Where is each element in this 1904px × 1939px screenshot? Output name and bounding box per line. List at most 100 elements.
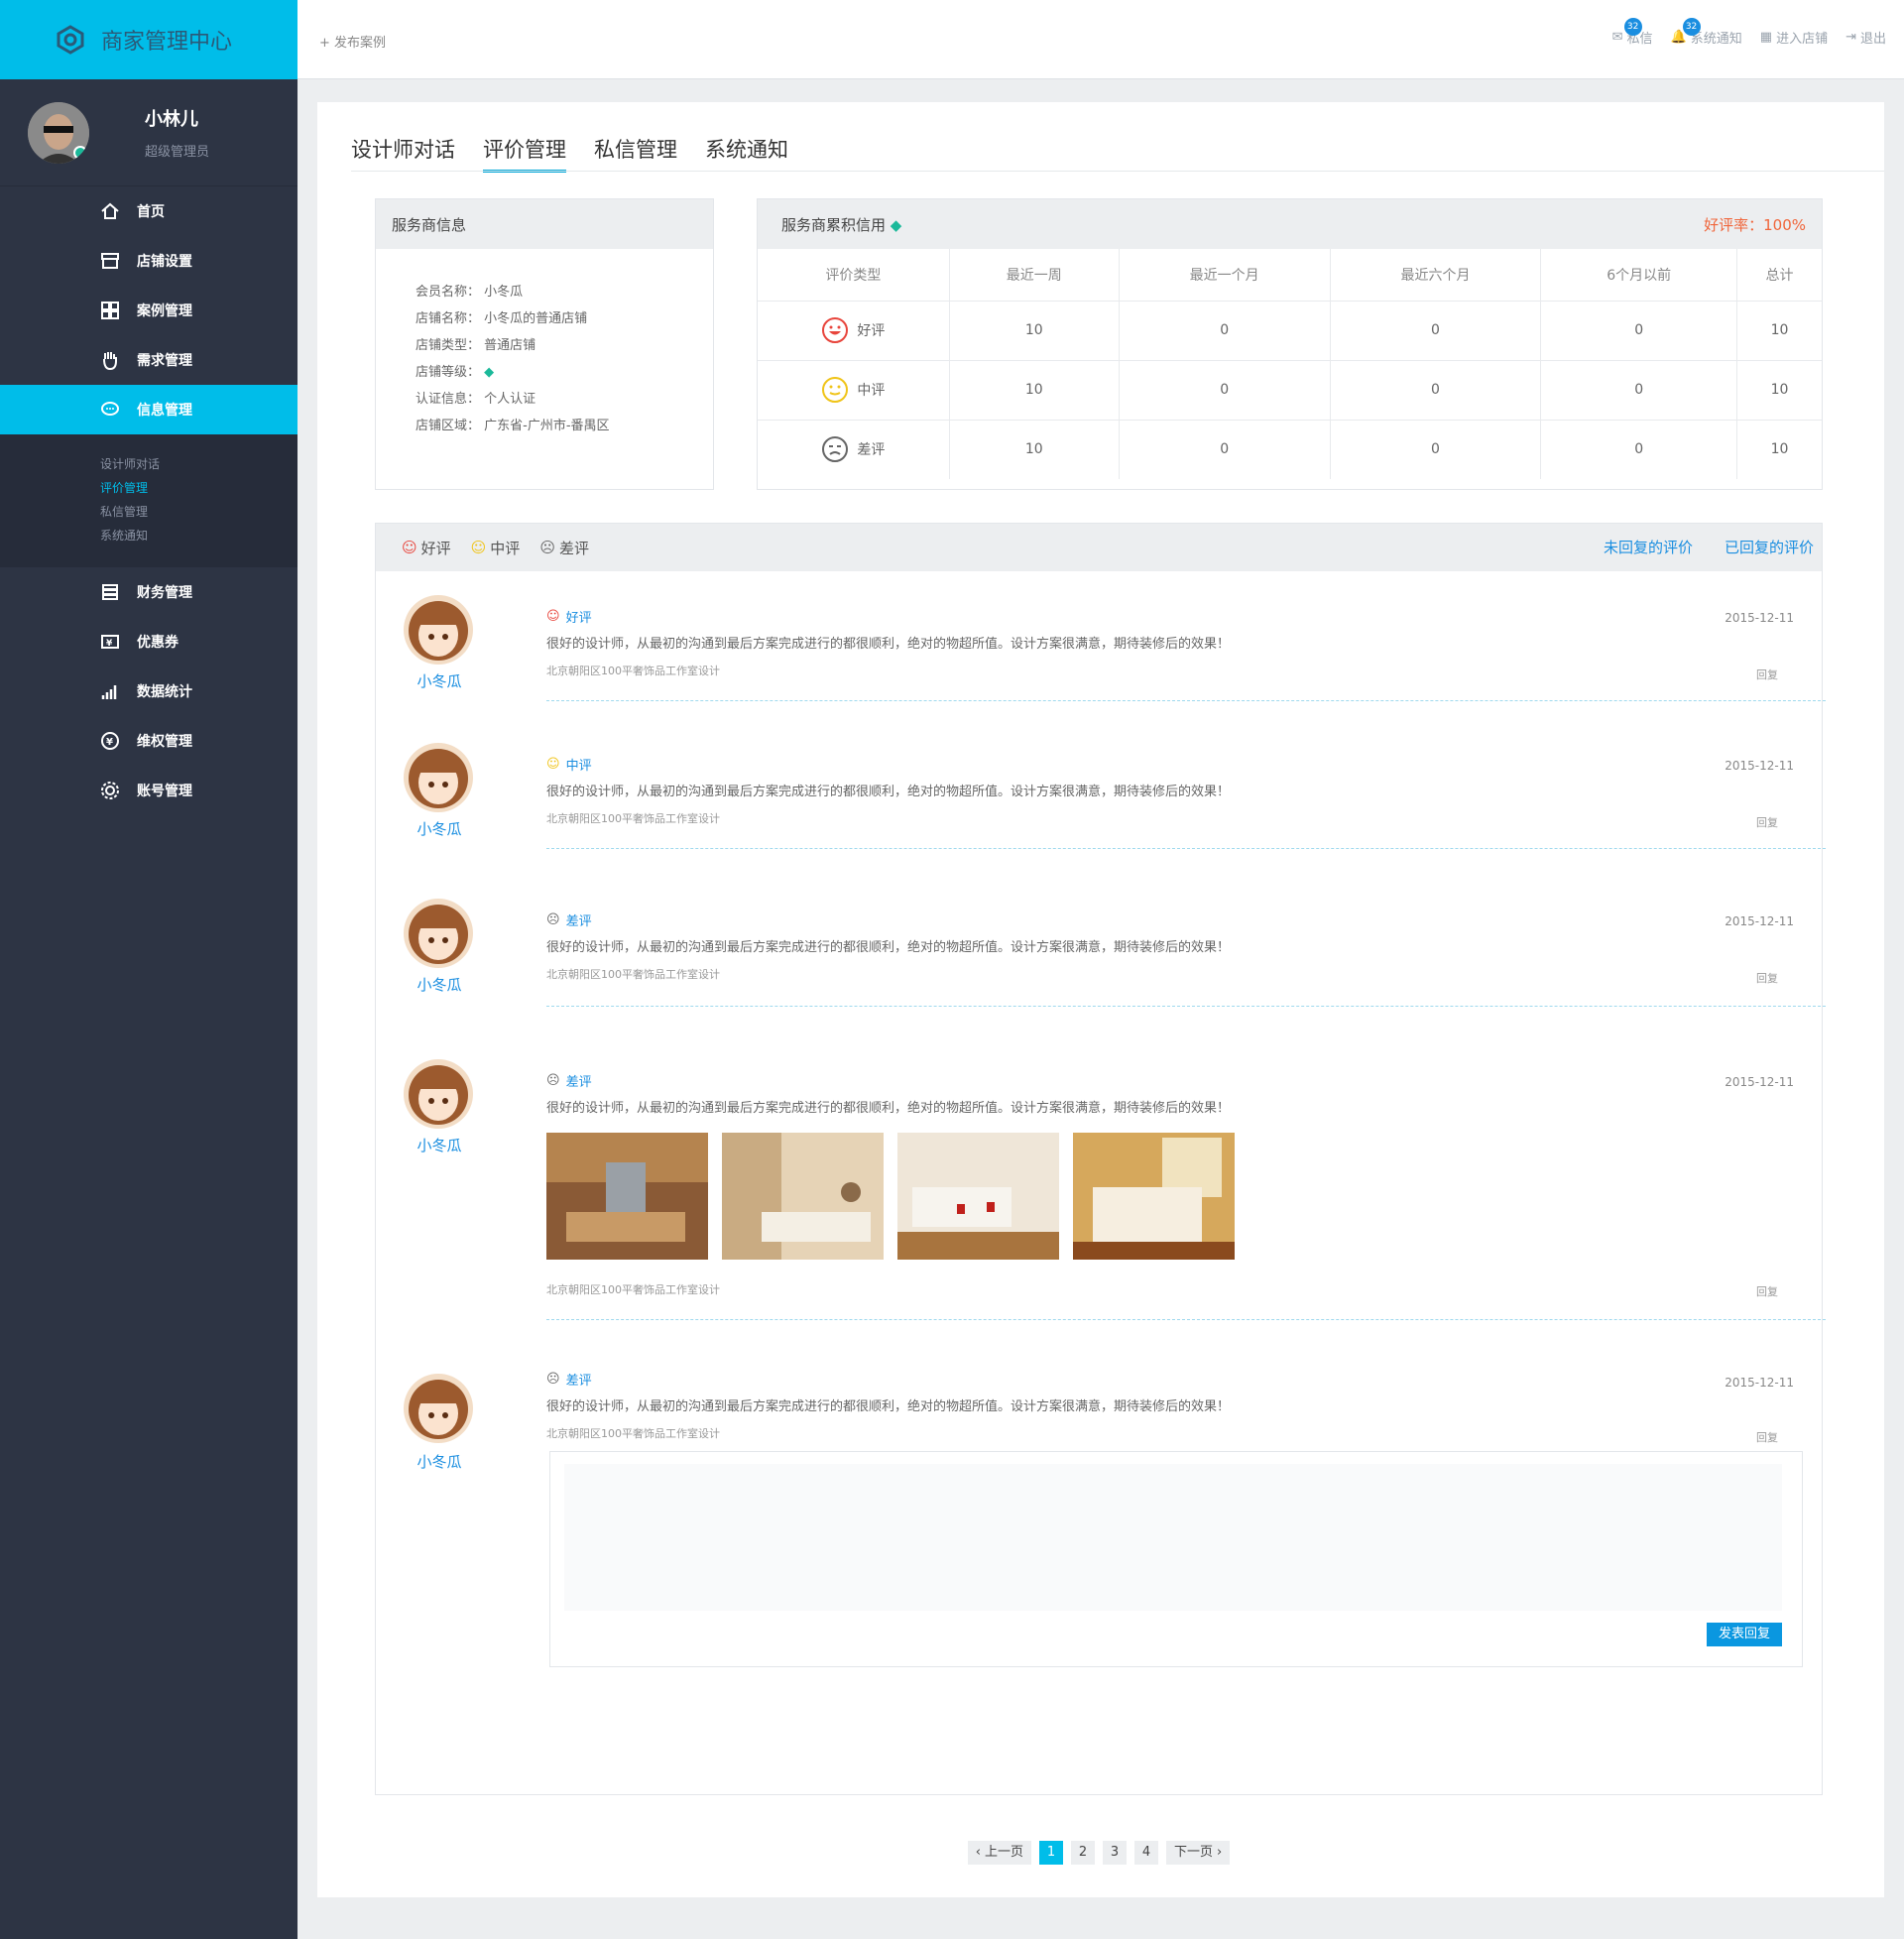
nav-item-info[interactable]: 信息管理 xyxy=(0,385,298,434)
filter-mid[interactable]: ☺ 中评 xyxy=(471,538,521,558)
provider-info-card: 服务商信息 会员名称： 小冬瓜 店铺名称： 小冬瓜的普通店铺 店铺类型： 普通店… xyxy=(375,198,714,490)
review-list: ☺ 好评 ☺ 中评 ☹ 差评 未回复的评价 已回复的评价 小冬瓜 ☺ 好评 2015-1… xyxy=(375,523,1826,1865)
reviewer-name[interactable]: 小冬瓜 xyxy=(390,974,489,995)
review-type: ☹ 差评 xyxy=(546,912,592,929)
review-date: 2015-12-11 xyxy=(1725,914,1794,928)
review-photo-sofa[interactable] xyxy=(897,1133,1059,1260)
good-rate: 好评率：100% xyxy=(1704,215,1806,234)
reply-link[interactable]: 回复 xyxy=(1756,970,1778,986)
reply-textarea[interactable] xyxy=(564,1464,1782,1611)
table-header: 最近六个月 xyxy=(1330,249,1542,302)
store-link[interactable]: ▦ 进入店铺 xyxy=(1760,28,1828,47)
reply-link[interactable]: 回复 xyxy=(1756,1429,1778,1445)
nav-item-account[interactable]: 账号管理 xyxy=(0,766,298,815)
reviewer-name[interactable]: 小冬瓜 xyxy=(390,670,489,691)
reply-link[interactable]: 回复 xyxy=(1756,814,1778,830)
filter-good[interactable]: ☺ 好评 xyxy=(402,538,451,558)
yen-icon: ¥ xyxy=(101,732,119,750)
main-nav: 首页 店铺设置 案例管理 需求管理 信息管理 xyxy=(0,186,298,434)
next-page-button[interactable]: 下一页 › xyxy=(1166,1841,1231,1865)
subnav-item-designer-chat[interactable]: 设计师对话 xyxy=(100,452,298,476)
tab-messages[interactable]: 私信管理 xyxy=(594,134,677,173)
info-row: 店铺类型： 普通店铺 xyxy=(416,338,536,353)
table-row: 中评 10 0 0 0 10 xyxy=(758,360,1822,421)
reply-link[interactable]: 回复 xyxy=(1756,667,1778,682)
subnav: 设计师对话 评价管理 私信管理 系统通知 xyxy=(0,434,298,567)
coupon-icon: ¥ xyxy=(101,635,119,649)
review-date: 2015-12-11 xyxy=(1725,611,1794,625)
page-number[interactable]: 3 xyxy=(1103,1841,1127,1865)
page-number[interactable]: 4 xyxy=(1134,1841,1158,1865)
nav-item-stats[interactable]: 数据统计 xyxy=(0,667,298,716)
chat-icon xyxy=(101,402,119,416)
review-project[interactable]: 北京朝阳区100平奢饰品工作室设计 xyxy=(546,663,720,678)
smile-icon: ☺ xyxy=(402,539,417,556)
notice-link[interactable]: 🔔 32 系统通知 xyxy=(1671,18,1742,47)
review-photo-bedroom[interactable] xyxy=(1073,1133,1235,1260)
smile-icon xyxy=(822,317,849,343)
sad-face-icon: ☹ xyxy=(546,1372,560,1387)
sad-face-icon: ☹ xyxy=(539,539,555,556)
svg-text:¥: ¥ xyxy=(106,639,113,649)
unreplied-link[interactable]: 未回复的评价 xyxy=(1604,537,1693,557)
store-icon xyxy=(101,253,119,269)
tab-designer-chat[interactable]: 设计师对话 xyxy=(351,134,455,173)
nav-item-rights[interactable]: ¥ 维权管理 xyxy=(0,716,298,766)
reviewer-avatar[interactable] xyxy=(404,899,473,968)
subnav-item-reviews[interactable]: 评价管理 xyxy=(100,476,298,500)
review-type: ☹ 差评 xyxy=(546,1073,592,1090)
table-header: 总计 xyxy=(1736,249,1822,302)
reviewer-name[interactable]: 小冬瓜 xyxy=(390,1135,489,1155)
review-date: 2015-12-11 xyxy=(1725,759,1794,773)
review-photo-living[interactable] xyxy=(722,1133,884,1260)
page-number[interactable]: 2 xyxy=(1071,1841,1095,1865)
page-number[interactable]: 1 xyxy=(1039,1841,1063,1865)
brand-bar: 商家管理中心 xyxy=(0,0,298,79)
review-text: 很好的设计师，从最初的沟通到最后方案完成进行的都很顺利，绝对的物超所值。设计方案… xyxy=(546,637,1231,652)
nav-item-demands[interactable]: 需求管理 xyxy=(0,335,298,385)
sidebar: 商家管理中心 小林儿 超级管理员 首页 店铺设置 案例管理 需求管理 信息管理 … xyxy=(0,0,298,1939)
review-project[interactable]: 北京朝阳区100平奢饰品工作室设计 xyxy=(546,1281,720,1297)
diamond-icon: ◆ xyxy=(890,215,902,234)
nav-item-home[interactable]: 首页 xyxy=(0,186,298,236)
submit-reply-button[interactable]: 发表回复 xyxy=(1707,1623,1782,1646)
nav-item-finance[interactable]: 财务管理 xyxy=(0,567,298,617)
subnav-item-notices[interactable]: 系统通知 xyxy=(100,524,298,547)
review-project[interactable]: 北京朝阳区100平奢饰品工作室设计 xyxy=(546,966,720,982)
review-type: ☹ 差评 xyxy=(546,1372,592,1389)
stats-icon xyxy=(101,685,117,699)
info-row: 店铺名称： 小冬瓜的普通店铺 xyxy=(416,311,588,326)
subnav-item-messages[interactable]: 私信管理 xyxy=(100,500,298,524)
chevron-right-icon: › xyxy=(1217,1845,1223,1860)
reply-link[interactable]: 回复 xyxy=(1756,1283,1778,1299)
neutral-face-icon: ☺ xyxy=(546,757,560,772)
nav-item-store[interactable]: 店铺设置 xyxy=(0,236,298,286)
review-project[interactable]: 北京朝阳区100平奢饰品工作室设计 xyxy=(546,810,720,826)
cartoon-girl-icon xyxy=(409,1065,468,1125)
nav-item-cases[interactable]: 案例管理 xyxy=(0,286,298,335)
publish-case-button[interactable]: + 发布案例 xyxy=(319,32,386,51)
replied-link[interactable]: 已回复的评价 xyxy=(1725,537,1814,557)
nav-item-coupons[interactable]: ¥ 优惠券 xyxy=(0,617,298,667)
tab-reviews[interactable]: 评价管理 xyxy=(483,134,566,173)
reviewer-avatar[interactable] xyxy=(404,1374,473,1443)
tab-notices[interactable]: 系统通知 xyxy=(705,134,788,173)
prev-page-button[interactable]: ‹ 上一页 xyxy=(967,1841,1031,1865)
profile-name: 小林儿 xyxy=(145,109,198,130)
reviewer-avatar[interactable] xyxy=(404,1059,473,1129)
logout-link[interactable]: ⇥ 退出 xyxy=(1845,28,1886,47)
dashed-divider xyxy=(546,1319,1826,1320)
review-photo-kitchen[interactable] xyxy=(546,1133,708,1260)
avatar[interactable] xyxy=(28,101,89,164)
review-project[interactable]: 北京朝阳区100平奢饰品工作室设计 xyxy=(546,1425,720,1441)
plus-icon: + xyxy=(319,36,335,51)
verified-badge xyxy=(73,145,87,160)
mail-link[interactable]: ✉ 32 私信 xyxy=(1612,18,1653,47)
reviewer-avatar[interactable] xyxy=(404,595,473,665)
reviewer-avatar[interactable] xyxy=(404,743,473,812)
filter-bad[interactable]: ☹ 差评 xyxy=(539,538,589,558)
reviewer-name[interactable]: 小冬瓜 xyxy=(390,818,489,839)
credit-table: 评价类型 最近一周 最近一个月 最近六个月 6个月以前 总计 好评 10 0 0 0 1… xyxy=(758,249,1822,479)
reviewer-name[interactable]: 小冬瓜 xyxy=(390,1451,489,1472)
review-text: 很好的设计师，从最初的沟通到最后方案完成进行的都很顺利，绝对的物超所值。设计方案… xyxy=(546,940,1231,955)
